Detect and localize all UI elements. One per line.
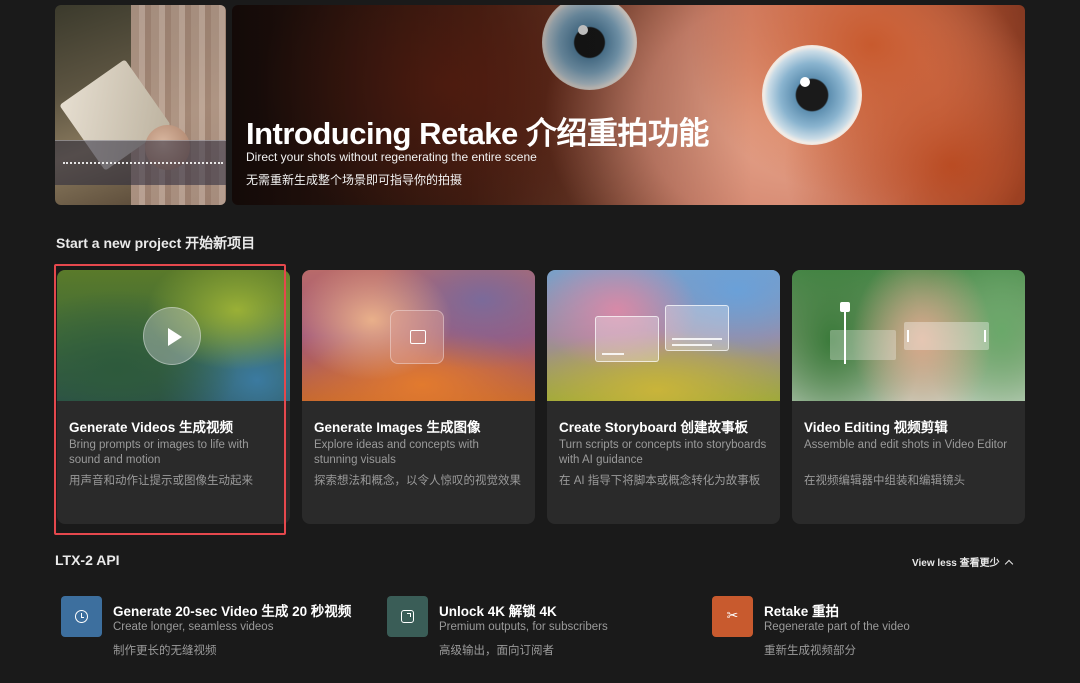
- card-description: Assemble and edit shots in Video Editor: [804, 439, 1008, 451]
- api-item-description: Create longer, seamless videos: [113, 621, 274, 633]
- card-thumbnail: [57, 270, 290, 401]
- api-item-title: Generate 20-sec Video 生成 20 秒视频: [113, 604, 352, 619]
- card-thumbnail: [547, 270, 780, 401]
- card-thumbnail: [792, 270, 1025, 401]
- api-item-title: Retake 重拍: [764, 604, 840, 619]
- hero-banner[interactable]: Introducing Retake 介绍重拍功能 Direct your sh…: [232, 5, 1025, 205]
- card-create-storyboard[interactable]: Create Storyboard 创建故事板 Turn scripts or …: [547, 270, 780, 524]
- hero-subtitle-cn: 无需重新生成整个场景即可指导你的拍摄: [246, 173, 463, 187]
- view-less-button[interactable]: View less 查看更少: [912, 554, 1013, 569]
- storyboard-frame-2: [665, 305, 729, 351]
- expand-icon: [401, 610, 414, 623]
- card-description-cn: 用声音和动作让提示或图像生动起来: [69, 475, 253, 487]
- api-item-description: Regenerate part of the video: [764, 621, 910, 633]
- card-description-cn: 在视频编辑器中组装和编辑镜头: [804, 475, 965, 487]
- play-icon[interactable]: [143, 307, 201, 365]
- card-title: Generate Videos 生成视频: [69, 420, 234, 435]
- hero-eye-right: [762, 45, 862, 145]
- storyboard-frames-icon: [595, 316, 659, 362]
- timeline-clip: [904, 322, 989, 350]
- api-item-description-cn: 高级输出，面向订阅者: [439, 645, 554, 657]
- timeline-icon: [840, 302, 850, 364]
- hero-left-dotted-line: [63, 162, 223, 164]
- card-title: Video Editing 视频剪辑: [804, 420, 948, 435]
- card-description: Explore ideas and concepts with stunning…: [314, 439, 479, 466]
- scissors-icon: ✂: [726, 608, 739, 624]
- hero-secondary-image[interactable]: [55, 5, 226, 205]
- card-description: Turn scripts or concepts into storyboard…: [559, 439, 767, 466]
- chevron-up-icon: [1004, 559, 1013, 569]
- hero-subtitle: Direct your shots without regenerating t…: [246, 150, 537, 164]
- api-item-description: Premium outputs, for subscribers: [439, 621, 608, 633]
- card-thumbnail: [302, 270, 535, 401]
- new-project-heading: Start a new project 开始新项目: [56, 235, 256, 251]
- timeline-track: [830, 330, 896, 360]
- image-sparkle-icon: [390, 310, 444, 364]
- view-less-label: View less 查看更少: [912, 558, 1000, 569]
- card-description-cn: 探索想法和概念，以令人惊叹的视觉效果: [314, 475, 521, 487]
- card-title: Create Storyboard 创建故事板: [559, 420, 749, 435]
- api-icon-tile: [61, 596, 102, 637]
- api-item-description-cn: 重新生成视频部分: [764, 645, 856, 657]
- card-generate-images[interactable]: Generate Images 生成图像 Explore ideas and c…: [302, 270, 535, 524]
- api-item-title: Unlock 4K 解锁 4K: [439, 604, 557, 619]
- api-icon-tile: ✂: [712, 596, 753, 637]
- card-description-cn: 在 AI 指导下将脚本或概念转化为故事板: [559, 475, 761, 487]
- card-title: Generate Images 生成图像: [314, 420, 481, 435]
- api-icon-tile: [387, 596, 428, 637]
- card-video-editing[interactable]: Video Editing 视频剪辑 Assemble and edit sho…: [792, 270, 1025, 524]
- card-description: Bring prompts or images to life with sou…: [69, 439, 249, 466]
- api-heading: LTX-2 API: [55, 552, 120, 568]
- clock-icon: [75, 610, 88, 623]
- api-item-description-cn: 制作更长的无缝视频: [113, 645, 217, 657]
- hero-title: Introducing Retake 介绍重拍功能: [246, 116, 709, 151]
- card-generate-videos[interactable]: Generate Videos 生成视频 Bring prompts or im…: [57, 270, 290, 524]
